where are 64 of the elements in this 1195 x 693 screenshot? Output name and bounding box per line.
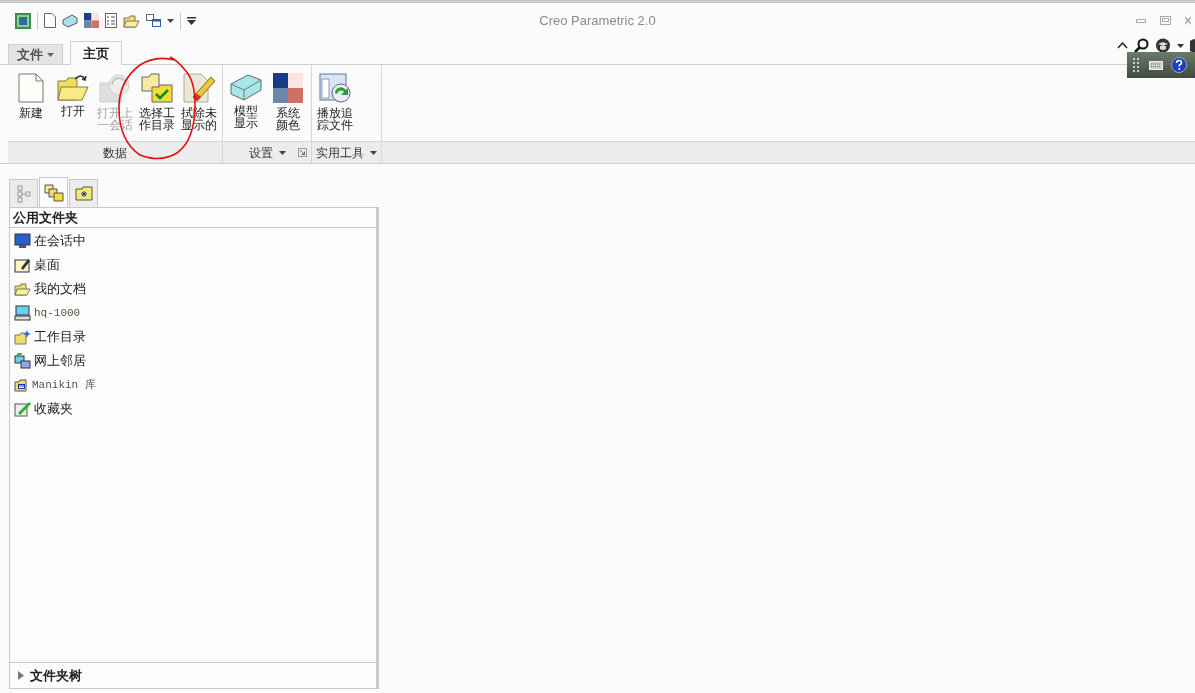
caret-icon[interactable] xyxy=(167,18,174,23)
folder-star-icon xyxy=(74,186,93,201)
open-folder-icon xyxy=(57,73,89,101)
group-label: 数据 xyxy=(103,144,127,162)
tree-icon xyxy=(16,184,31,203)
folders-check-icon xyxy=(141,73,173,103)
folder-list-item[interactable]: 在会话中 xyxy=(14,229,376,253)
new-file-icon xyxy=(18,73,44,103)
window-title: Creo Parametric 2.0 xyxy=(539,11,656,30)
playback-icon xyxy=(319,73,351,103)
ribbon-button[interactable]: 模型 显示 xyxy=(225,73,267,129)
open-folder-icon xyxy=(14,282,31,296)
caret-icon xyxy=(47,52,54,57)
ribbon-button[interactable]: 播放追 踪文件 xyxy=(314,73,356,131)
customize-icon[interactable] xyxy=(187,16,196,25)
eraser-icon xyxy=(183,73,215,103)
ribbon-button[interactable]: 打开 xyxy=(52,73,94,117)
folder-list-item[interactable]: 桌面 xyxy=(14,253,376,277)
collapsed-triangle-icon xyxy=(18,671,24,680)
graduation-cap-icon[interactable] xyxy=(1155,38,1171,53)
network-icon xyxy=(14,353,31,369)
model-display-icon[interactable] xyxy=(62,13,78,28)
ribbon-button[interactable]: 选择工 作目录 xyxy=(136,73,178,131)
group-label[interactable]: 设置 xyxy=(248,143,286,162)
app-icon[interactable] xyxy=(15,12,31,29)
folder-list-item[interactable]: 工作目录 xyxy=(14,325,376,349)
dialog-launcher-icon[interactable] xyxy=(298,148,307,158)
help-icon[interactable] xyxy=(1171,57,1187,73)
ribbon-button[interactable]: 系统 颜色 xyxy=(267,73,309,131)
folder-list-item[interactable]: hq-1000 xyxy=(14,301,376,325)
folders-icon xyxy=(43,183,64,202)
folder-tree-toggle[interactable]: 文件夹树 xyxy=(18,665,82,686)
computer-icon xyxy=(14,305,31,321)
library-folder-icon xyxy=(14,378,29,392)
favorites-icon xyxy=(14,401,31,417)
color-squares-icon[interactable] xyxy=(84,13,99,28)
open-session-icon xyxy=(99,73,131,103)
monitor-icon xyxy=(14,233,31,249)
windows-icon[interactable] xyxy=(146,13,161,28)
folder-list-item[interactable]: 收藏夹 xyxy=(14,397,376,421)
keyboard-icon[interactable] xyxy=(1149,60,1163,70)
desktop-pencil-icon xyxy=(14,257,31,273)
collapse-ribbon-icon[interactable] xyxy=(1117,42,1128,49)
ribbon-button[interactable]: 新建 xyxy=(10,73,52,119)
navigator-tab[interactable] xyxy=(39,177,68,207)
group-label[interactable]: 实用工具 xyxy=(316,143,377,162)
model-display-icon xyxy=(230,73,262,101)
grip-icon[interactable] xyxy=(1133,58,1141,72)
caret-icon xyxy=(278,150,286,155)
caret-icon xyxy=(370,150,377,155)
panel-header: 公用文件夹 xyxy=(13,208,78,227)
folder-list-item[interactable]: 网上邻居 xyxy=(14,349,376,373)
new-file-icon[interactable] xyxy=(44,13,56,28)
caret-icon[interactable] xyxy=(1177,43,1184,48)
search-icon[interactable] xyxy=(1134,38,1149,53)
color-squares-icon xyxy=(273,73,303,103)
navigator-tab[interactable] xyxy=(69,179,98,207)
folder-list-item[interactable]: 我的文档 xyxy=(14,277,376,301)
ribbon-tab[interactable]: 主页 xyxy=(70,41,122,65)
folder-list-item[interactable]: Manikin 库 xyxy=(14,373,376,397)
folder-sparkle-icon xyxy=(14,329,31,345)
ribbon-tab[interactable]: 文件 xyxy=(8,44,63,64)
checklist-icon[interactable] xyxy=(105,13,117,28)
open-folder-icon[interactable] xyxy=(123,13,140,28)
